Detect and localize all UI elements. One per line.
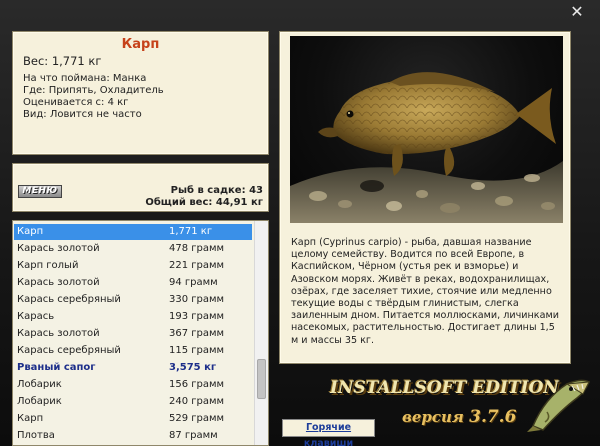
list-item[interactable]: Рваный сапог 3,575 кг — [14, 360, 252, 376]
version-word: версия — [402, 408, 464, 426]
fish-bait: На что поймана: Манка — [23, 73, 147, 84]
list-item-weight: 1,771 кг — [169, 226, 213, 237]
list-item[interactable]: Лобарик 156 грамм — [14, 377, 252, 393]
close-icon: ✕ — [570, 2, 584, 21]
hotkeys-button[interactable]: Горячие клавиши — [282, 419, 375, 446]
version-number: 3.7.6 — [469, 407, 517, 427]
fish-details-panel: Карп (Cyprinus carpio) - рыба, давшая на… — [279, 31, 571, 364]
pike-logo-icon — [525, 374, 595, 436]
fish-location: Где: Припять, Охладитель — [23, 85, 164, 96]
fish-rarity: Вид: Ловится не часто — [23, 109, 142, 120]
brand-name: INSTALLSOFT EDITION — [330, 378, 559, 398]
fish-title: Карп — [121, 37, 160, 52]
list-item-weight: 3,575 кг — [169, 362, 217, 373]
list-item-name: Карась золотой — [17, 328, 100, 339]
list-item-name: Рваный сапог — [17, 362, 96, 373]
list-item-weight: 478 грамм — [169, 243, 225, 254]
fish-value: Оценивается с: 4 кг — [23, 97, 129, 108]
close-button[interactable]: ✕ — [568, 3, 586, 21]
list-item[interactable]: Плотва 87 грамм — [14, 428, 252, 444]
list-item[interactable]: Карась золотой 478 грамм — [14, 241, 252, 257]
list-item-weight: 529 грамм — [169, 413, 225, 424]
list-item-name: Карп голый — [17, 260, 79, 271]
list-item-name: Лобарик — [17, 396, 62, 407]
list-item[interactable]: Карась 193 грамм — [14, 309, 252, 325]
list-item-weight: 367 грамм — [169, 328, 225, 339]
list-item-weight: 193 грамм — [169, 311, 225, 322]
list-item-weight: 240 грамм — [169, 396, 225, 407]
list-item[interactable]: Карась серебряный 115 грамм — [14, 343, 252, 359]
list-item-name: Карп — [17, 413, 44, 424]
list-item-name: Карп — [17, 226, 44, 237]
list-item[interactable]: Карась серебряный 330 грамм — [14, 292, 252, 308]
list-item[interactable]: Карась золотой 94 грамм — [14, 275, 252, 291]
fish-photo — [290, 36, 563, 223]
list-item-weight: 115 грамм — [169, 345, 225, 356]
list-item-weight: 87 грамм — [169, 430, 218, 441]
list-item[interactable]: Карп 1,771 кг — [14, 224, 252, 240]
list-item[interactable]: Карась золотой 367 грамм — [14, 326, 252, 342]
fish-description: Карп (Cyprinus carpio) - рыба, давшая на… — [291, 237, 559, 346]
catch-list[interactable]: Карп 1,771 кг Карась золотой 478 грамм Карп … — [12, 220, 269, 446]
version-label: версия 3.7.6 — [402, 407, 527, 427]
list-item-name: Карась — [17, 311, 55, 322]
list-item-name: Карась золотой — [17, 243, 100, 254]
list-item-name: Карась серебряный — [17, 345, 121, 356]
scroll-thumb[interactable] — [257, 359, 266, 399]
list-item-name: Карась золотой — [17, 277, 100, 288]
list-item-name: Карась серебряный — [17, 294, 121, 305]
list-item-name: Лобарик — [17, 379, 62, 390]
list-item-weight: 156 грамм — [169, 379, 225, 390]
fish-weight: Вес: 1,771 кг — [23, 54, 102, 68]
fish-in-net: Рыб в садке: 43 — [170, 185, 263, 196]
net-stats-panel: МЕНЮ Рыб в садке: 43 Общий вес: 44,91 кг — [12, 163, 269, 212]
fish-info-panel: Карп Вес: 1,771 кг На что поймана: Манка… — [12, 31, 269, 155]
list-item[interactable]: Карп голый 221 грамм — [14, 258, 252, 274]
total-weight: Общий вес: 44,91 кг — [145, 197, 263, 208]
list-item-weight: 94 грамм — [169, 277, 218, 288]
list-item[interactable]: Карп 529 грамм — [14, 411, 252, 427]
menu-button[interactable]: МЕНЮ — [18, 185, 62, 198]
list-item-name: Плотва — [17, 430, 55, 441]
list-item-weight: 330 грамм — [169, 294, 225, 305]
list-scrollbar[interactable] — [254, 221, 268, 445]
list-item-weight: 221 грамм — [169, 260, 225, 271]
list-item[interactable]: Лобарик 240 грамм — [14, 394, 252, 410]
